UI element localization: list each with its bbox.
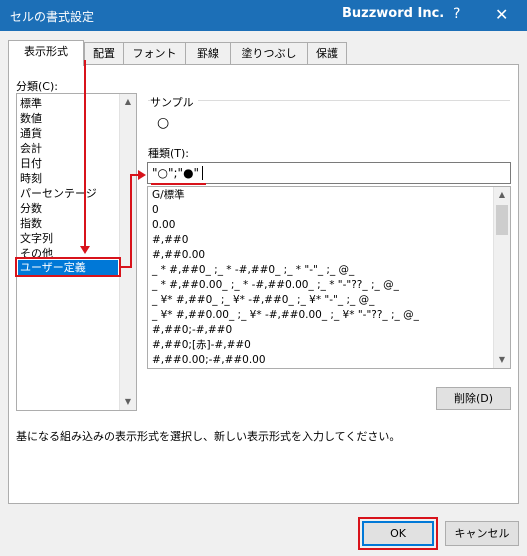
category-item[interactable]: その他: [20, 246, 53, 261]
annotation-connector: [130, 174, 132, 268]
category-item[interactable]: 時刻: [20, 171, 42, 186]
help-button[interactable]: ?: [453, 6, 467, 24]
category-item[interactable]: 分数: [20, 201, 42, 216]
category-item[interactable]: 会計: [20, 141, 42, 156]
format-item[interactable]: #,##0.00;-#,##0.00: [152, 353, 266, 368]
annotation-arrow-head: [80, 246, 90, 254]
sample-value: ○: [157, 115, 170, 131]
description-text: 基になる組み込みの表示形式を選択し、新しい表示形式を入力してください。: [16, 430, 401, 443]
type-input-value: "○";"●": [152, 166, 200, 180]
format-item[interactable]: _ * #,##0.00_ ;_ * -#,##0.00_ ;_ * "-"??…: [152, 278, 399, 293]
sample-group: [148, 100, 510, 101]
sample-label: サンプル: [150, 94, 198, 110]
format-item[interactable]: _ * #,##0_ ;_ * -#,##0_ ;_ * "-"_ ;_ @_: [152, 263, 354, 278]
scroll-down-icon[interactable]: ▼: [120, 394, 136, 410]
format-scrollbar[interactable]: ▲ ▼: [493, 187, 510, 368]
category-item-selected[interactable]: ユーザー定義: [18, 260, 118, 275]
delete-button[interactable]: 削除(D): [436, 387, 511, 410]
format-item[interactable]: _ ¥* #,##0.00_ ;_ ¥* -#,##0.00_ ;_ ¥* "-…: [152, 308, 419, 323]
category-item[interactable]: 日付: [20, 156, 42, 171]
brand-name: Buzzword Inc.: [342, 6, 445, 21]
category-scrollbar[interactable]: ▲ ▼: [119, 94, 136, 410]
format-item[interactable]: #,##0.00: [152, 248, 205, 263]
ok-button[interactable]: OK: [362, 521, 434, 546]
tab-alignment[interactable]: 配置: [84, 42, 124, 65]
category-item[interactable]: 通貨: [20, 126, 42, 141]
scroll-down-icon[interactable]: ▼: [494, 352, 510, 368]
category-item[interactable]: 指数: [20, 216, 42, 231]
annotation-arrow-line: [84, 60, 86, 250]
format-item[interactable]: 0.00: [152, 218, 175, 233]
category-item[interactable]: 数値: [20, 111, 42, 126]
annotation-underline: [151, 183, 206, 185]
format-item[interactable]: #,##0;-#,##0: [152, 323, 232, 338]
tab-border[interactable]: 罫線: [185, 42, 231, 65]
category-list[interactable]: 標準 数値 通貨 会計 日付 時刻 パーセンテージ 分数 指数 文字列 その他 …: [16, 93, 137, 411]
close-button[interactable]: ✕: [495, 5, 513, 24]
category-item[interactable]: 標準: [20, 96, 42, 111]
tab-fill[interactable]: 塗りつぶし: [230, 42, 308, 65]
format-item[interactable]: _ ¥* #,##0_ ;_ ¥* -#,##0_ ;_ ¥* "-"_ ;_ …: [152, 293, 374, 308]
text-cursor: [202, 166, 203, 180]
category-label: 分類(C):: [16, 80, 58, 93]
format-item[interactable]: #,##0: [152, 233, 188, 248]
format-item[interactable]: G/標準: [152, 188, 185, 203]
scroll-up-icon[interactable]: ▲: [494, 187, 510, 203]
tab-number-format[interactable]: 表示形式: [8, 40, 84, 66]
format-item[interactable]: 0: [152, 203, 159, 218]
tab-protection[interactable]: 保護: [307, 42, 347, 65]
format-list[interactable]: G/標準 0 0.00 #,##0 #,##0.00 _ * #,##0_ ;_…: [147, 186, 511, 369]
title-bar: セルの書式設定 Buzzword Inc. ? ✕: [0, 0, 527, 31]
window-title: セルの書式設定: [10, 10, 95, 24]
type-input[interactable]: "○";"●": [147, 162, 511, 184]
scroll-thumb[interactable]: [496, 205, 508, 235]
category-item[interactable]: 文字列: [20, 231, 53, 246]
cancel-button[interactable]: キャンセル: [445, 521, 519, 546]
scroll-up-icon[interactable]: ▲: [120, 94, 136, 110]
annotation-arrow-head: [138, 170, 146, 180]
tab-font[interactable]: フォント: [123, 42, 186, 65]
format-item[interactable]: #,##0;[赤]-#,##0: [152, 338, 251, 353]
type-label: 種類(T):: [148, 147, 190, 160]
